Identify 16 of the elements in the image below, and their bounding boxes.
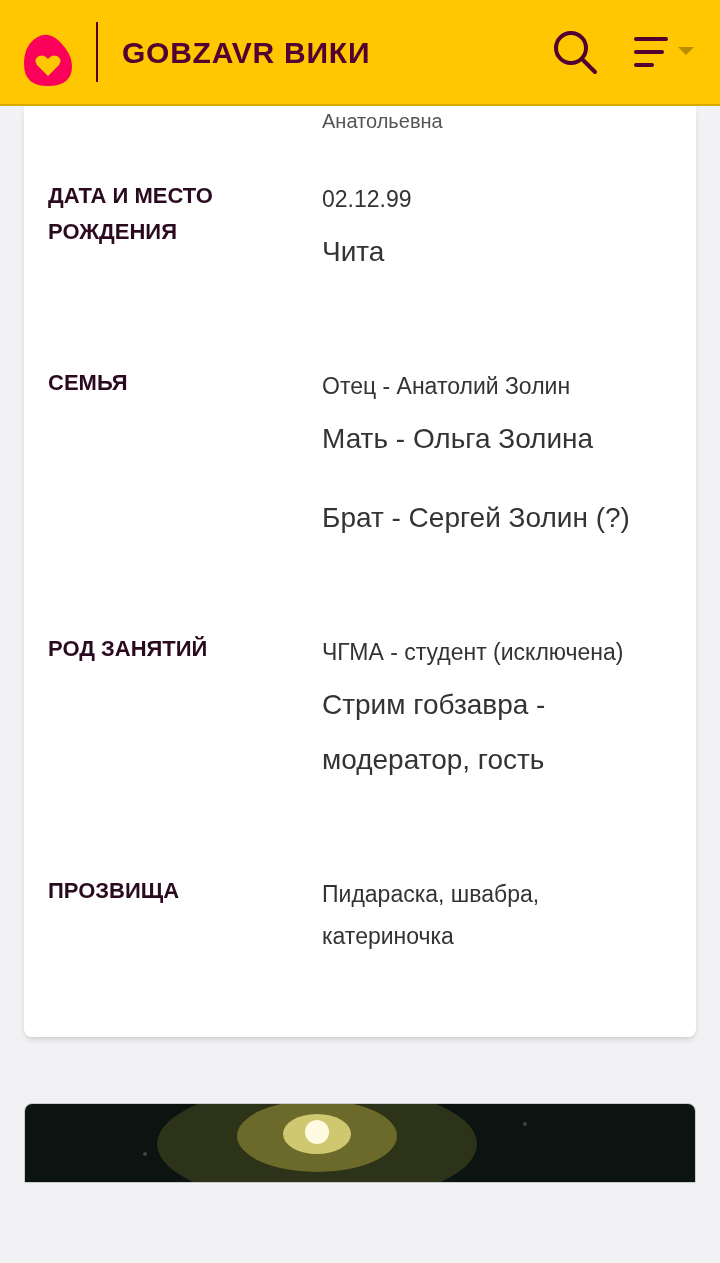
infobox-label: СЕМЬЯ	[48, 369, 129, 397]
infobox-value: Анатольевна	[322, 110, 443, 132]
infobox-value: Чита	[322, 235, 386, 269]
infobox-value: Стрим гобзавра - модератор, гость	[322, 688, 547, 777]
wiki-title[interactable]: GOBZAVR ВИКИ	[122, 29, 371, 75]
infobox-label: ПРОЗВИЩА	[48, 877, 181, 905]
infobox-label: РОД ЗАНЯТИЙ	[48, 635, 209, 663]
infobox-value: Пидараска, швабра, катериночка	[322, 880, 541, 951]
infobox-value: Отец - Анатолий Золин	[322, 372, 572, 401]
search-icon[interactable]	[552, 29, 598, 75]
infobox-value: Брат - Сергей Золин (?)	[322, 501, 631, 535]
infobox-value: 02.12.99	[322, 185, 413, 214]
menu-icon[interactable]	[634, 35, 696, 69]
infobox-value: Мать - Ольга Золина	[322, 422, 595, 456]
infobox-value: ЧГМА - студент (исключена)	[322, 638, 625, 667]
infobox-label: ДАТА И МЕСТО РОЖДЕНИЯ	[48, 182, 214, 246]
